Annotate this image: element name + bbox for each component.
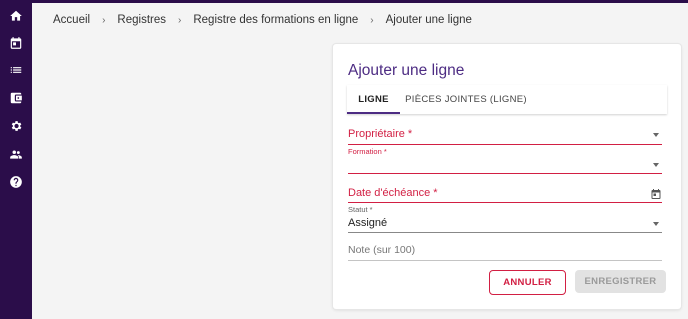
add-line-form-card: Ajouter une ligne LIGNE PIÈCES JOINTES (… [333, 44, 681, 309]
help-icon[interactable] [5, 171, 27, 193]
active-tab-indicator [347, 112, 400, 114]
home-icon[interactable] [5, 5, 27, 27]
breadcrumb-training-register[interactable]: Registre des formations en ligne [193, 14, 358, 26]
score-placeholder: Note (sur 100) [348, 244, 416, 256]
chevron-down-icon [653, 163, 659, 167]
score-input[interactable]: Note (sur 100) [348, 240, 662, 261]
breadcrumb-separator: › [178, 14, 182, 26]
gear-icon[interactable] [5, 115, 27, 137]
breadcrumb-registers[interactable]: Registres [117, 14, 166, 26]
status-select[interactable]: Statut * Assigné [348, 205, 662, 233]
owner-label: Propriétaire * [348, 128, 413, 140]
form-tabs: LIGNE PIÈCES JOINTES (LIGNE) [347, 85, 667, 114]
breadcrumb-separator: › [370, 14, 374, 26]
tab-line[interactable]: LIGNE [347, 85, 400, 114]
wallet-icon[interactable] [5, 87, 27, 109]
owner-select[interactable]: Propriétaire * [348, 124, 662, 145]
chevron-down-icon [653, 222, 659, 226]
breadcrumb-separator: › [102, 14, 106, 26]
sidebar [0, 0, 32, 319]
training-select[interactable]: Formation * [348, 147, 662, 174]
save-button[interactable]: ENREGISTRER [575, 270, 666, 293]
due-date-field[interactable]: Date d'échéance * [348, 184, 662, 203]
breadcrumb-home[interactable]: Accueil [53, 14, 90, 26]
list-icon[interactable] [5, 59, 27, 81]
status-value: Assigné [348, 217, 388, 229]
tab-attachments[interactable]: PIÈCES JOINTES (LIGNE) [400, 85, 532, 114]
form-title: Ajouter une ligne [348, 62, 465, 79]
calendar-icon[interactable] [650, 187, 662, 199]
status-label: Statut * [348, 205, 373, 214]
breadcrumb-current: Ajouter une ligne [385, 14, 472, 26]
training-label: Formation * [348, 147, 387, 156]
cancel-button[interactable]: ANNULER [489, 270, 566, 295]
top-accent-bar [32, 0, 688, 3]
chevron-down-icon [653, 133, 659, 137]
calendar-icon[interactable] [5, 32, 27, 54]
breadcrumb: Accueil › Registres › Registre des forma… [53, 11, 472, 29]
due-date-label: Date d'échéance * [348, 187, 438, 199]
people-icon[interactable] [5, 143, 27, 165]
